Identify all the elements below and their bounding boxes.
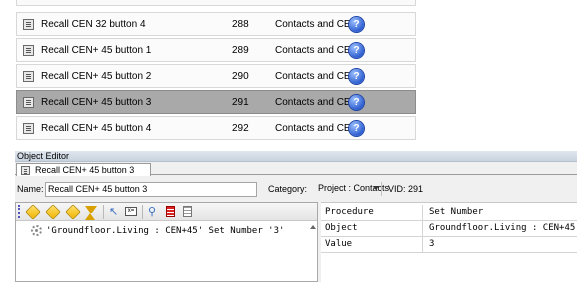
condition-or-icon[interactable] bbox=[45, 204, 61, 220]
action-toolbar: ↖ x= ⚲ bbox=[16, 203, 317, 221]
list-item-category: Contacts and CE bbox=[275, 70, 351, 82]
category-label: Category: bbox=[268, 184, 308, 194]
macro-icon bbox=[23, 18, 34, 30]
tab-recall-cen45-button-3[interactable]: Recall CEN+ 45 button 3 bbox=[16, 163, 151, 176]
macro-icon bbox=[23, 44, 34, 56]
column-divider bbox=[422, 237, 423, 253]
toolbar-grip[interactable] bbox=[18, 205, 20, 218]
property-key: Object bbox=[325, 223, 358, 233]
column-divider bbox=[422, 205, 423, 221]
tab-label: Recall CEN+ 45 button 3 bbox=[35, 165, 135, 175]
object-editor-panel: Object Editor Recall CEN+ 45 button 3 Na… bbox=[15, 151, 577, 282]
list-item-288[interactable]: Recall CEN 32 button 4 288 Contacts and … bbox=[16, 12, 416, 36]
condition-icon[interactable] bbox=[25, 204, 41, 220]
list-item-name: Recall CEN+ 45 button 1 bbox=[41, 44, 152, 56]
scroll-up-icon[interactable] bbox=[310, 225, 316, 229]
list-item-290[interactable]: Recall CEN+ 45 button 2 290 Contacts and… bbox=[16, 64, 416, 88]
chevron-down-icon[interactable] bbox=[373, 186, 379, 190]
property-value[interactable]: Groundfloor.Living : CEN+45 bbox=[429, 223, 575, 233]
action-pane: ↖ x= ⚲ 'Groundfloor.Living : CEN+45' Set… bbox=[15, 202, 318, 282]
list-item-name: Recall CEN+ 45 button 3 bbox=[41, 96, 152, 108]
separator bbox=[103, 205, 104, 219]
property-key: Value bbox=[325, 239, 353, 249]
name-category-bar: Name: Recall CEN+ 45 button 3 Category: … bbox=[15, 180, 577, 199]
list-item-category: Contacts and CE bbox=[275, 122, 351, 134]
object-editor-tabs: Recall CEN+ 45 button 3 bbox=[15, 162, 577, 176]
property-value[interactable]: 3 bbox=[429, 239, 434, 249]
column-divider bbox=[422, 221, 423, 237]
help-icon[interactable]: ? bbox=[349, 43, 364, 58]
list-item-name: Recall CEN+ 45 button 4 bbox=[41, 122, 152, 134]
property-value[interactable]: Set Number bbox=[429, 207, 483, 217]
condition-and-icon[interactable] bbox=[65, 204, 81, 220]
property-row-object[interactable]: Object Groundfloor.Living : CEN+45 bbox=[321, 221, 577, 237]
macro-icon bbox=[23, 70, 34, 82]
delete-list-icon[interactable] bbox=[166, 206, 175, 217]
action-item-text: 'Groundfloor.Living : CEN+45' Set Number… bbox=[46, 225, 285, 236]
list-item-289[interactable]: Recall CEN+ 45 button 1 289 Contacts and… bbox=[16, 38, 416, 62]
list-item-number: 290 bbox=[232, 70, 249, 82]
clear-list-icon[interactable] bbox=[183, 206, 192, 217]
list-top-edge bbox=[16, 0, 416, 6]
gear-icon bbox=[31, 225, 42, 236]
list-item-291-selected[interactable]: Recall CEN+ 45 button 3 291 Contacts and… bbox=[16, 90, 416, 114]
search-icon[interactable]: ⚲ bbox=[148, 204, 156, 220]
object-list: Recall CEN 32 button 4 288 Contacts and … bbox=[0, 0, 577, 148]
help-icon[interactable]: ? bbox=[349, 69, 364, 84]
help-icon[interactable]: ? bbox=[349, 95, 364, 110]
expression-icon[interactable]: x= bbox=[125, 207, 137, 216]
list-item-number: 292 bbox=[232, 122, 249, 134]
cursor-icon[interactable]: ↖ bbox=[109, 204, 118, 220]
separator bbox=[142, 205, 143, 219]
vid-readout: VID: 291 bbox=[388, 184, 424, 194]
list-item-category: Contacts and CE bbox=[275, 44, 351, 56]
help-icon[interactable]: ? bbox=[349, 121, 364, 136]
list-item-number: 289 bbox=[232, 44, 249, 56]
list-item-name: Recall CEN+ 45 button 2 bbox=[41, 70, 152, 82]
name-field[interactable]: Recall CEN+ 45 button 3 bbox=[45, 182, 257, 197]
list-item-number: 291 bbox=[232, 96, 249, 108]
macro-icon bbox=[21, 165, 30, 175]
list-item-number: 288 bbox=[232, 18, 249, 30]
hourglass-icon[interactable] bbox=[85, 206, 97, 220]
list-item-category: Contacts and CE bbox=[275, 96, 351, 108]
property-key: Procedure bbox=[325, 207, 374, 217]
property-row-value[interactable]: Value 3 bbox=[321, 237, 577, 253]
name-label: Name: bbox=[17, 184, 44, 194]
list-item-category: Contacts and CE bbox=[275, 18, 351, 30]
macro-icon bbox=[23, 96, 34, 108]
object-editor-title: Object Editor bbox=[15, 151, 577, 162]
separator bbox=[381, 182, 382, 196]
property-grid: Procedure Set Number Object Groundfloor.… bbox=[321, 202, 577, 282]
help-icon[interactable]: ? bbox=[349, 17, 364, 32]
property-row-procedure[interactable]: Procedure Set Number bbox=[321, 205, 577, 221]
list-item-name: Recall CEN 32 button 4 bbox=[41, 18, 146, 30]
list-item-292[interactable]: Recall CEN+ 45 button 4 292 Contacts and… bbox=[16, 116, 416, 140]
action-list-item[interactable]: 'Groundfloor.Living : CEN+45' Set Number… bbox=[31, 225, 284, 236]
macro-icon bbox=[23, 122, 34, 134]
